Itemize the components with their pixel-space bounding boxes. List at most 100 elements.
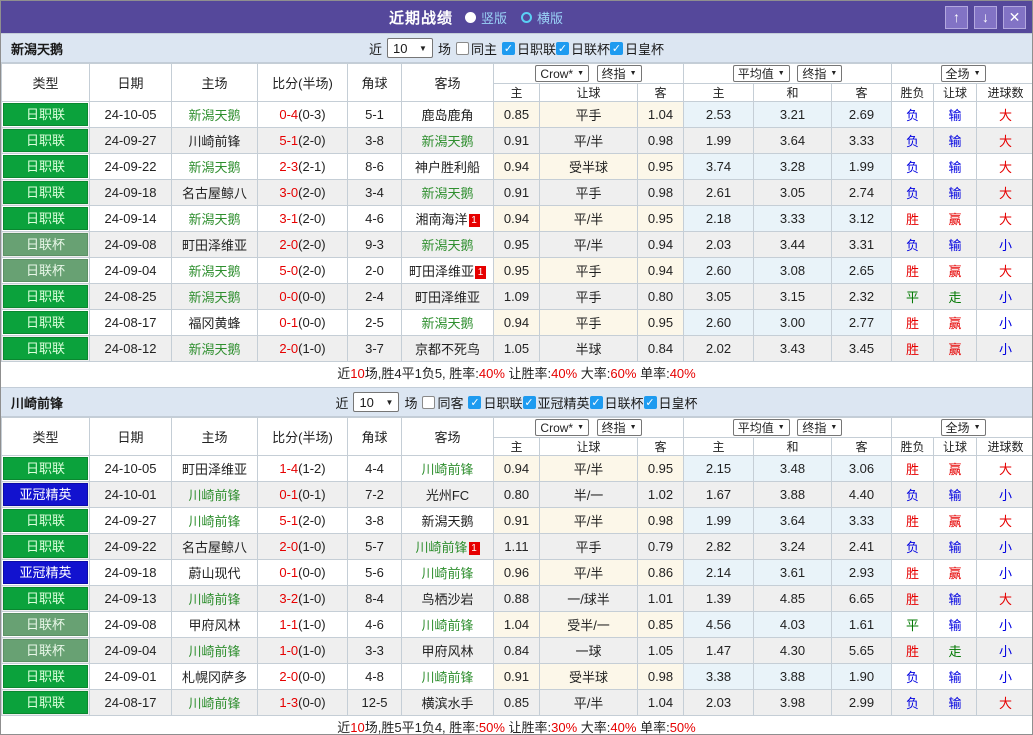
radio-vertical-label: 竖版 xyxy=(480,10,507,26)
away-team-name: 甲府风林 xyxy=(421,644,474,659)
summary-text: 大率: xyxy=(577,720,611,735)
move-up-button[interactable]: ↑ xyxy=(945,5,968,29)
home-team-name: 川崎前锋 xyxy=(188,514,241,529)
match-count-select[interactable]: 10 ▼ xyxy=(353,392,400,412)
handicap-away-odds: 1.02 xyxy=(637,481,684,508)
league-filter-group: ✓ 日职联 ✓ 亚冠精英 ✓ 日联杯 ✓ 日皇杯 xyxy=(468,393,698,412)
corner-cell: 4-6 xyxy=(347,611,402,638)
summary-text: 场,胜4平1负5, 胜率: xyxy=(364,366,479,381)
league-cell: 日职联 xyxy=(1,689,90,716)
fulltime-group-header: 全场 ▼ xyxy=(891,63,1032,84)
same-venue-checkbox-item[interactable]: 同客 xyxy=(422,393,463,412)
chevron-down-icon: ▼ xyxy=(777,70,785,77)
corner-cell: 3-8 xyxy=(347,127,402,154)
average-source-select[interactable]: 平均值 ▼ xyxy=(732,419,790,436)
handicap-source-value: Crow* xyxy=(540,66,574,81)
avg-draw-odds: 3.28 xyxy=(753,153,832,180)
score-cell: 5-1(2-0) xyxy=(257,507,348,534)
league-badge: 日联杯 xyxy=(3,613,88,636)
score-cell: 3-1(2-0) xyxy=(257,205,348,232)
summary-text: 让胜率: xyxy=(504,366,552,381)
col-date: 日期 xyxy=(89,63,172,102)
date-cell: 24-09-27 xyxy=(89,127,172,154)
away-team-cell: 神户胜利船 xyxy=(401,153,494,180)
checkbox-unchecked-icon xyxy=(422,395,436,409)
handicap-source-select[interactable]: Crow* ▼ xyxy=(535,419,590,437)
radio-horizontal-layout[interactable]: 横版 xyxy=(521,8,563,27)
league-checkbox-label: 亚冠精英 xyxy=(537,395,590,411)
league-checkbox-item[interactable]: ✓ 日职联 xyxy=(502,39,556,58)
score-cell: 0-1(0-1) xyxy=(257,481,348,508)
col-let-away: 客 xyxy=(637,437,684,456)
avg-away-odds: 2.69 xyxy=(830,101,893,128)
same-venue-checkbox-item[interactable]: 同主 xyxy=(455,39,497,58)
fulltime-select[interactable]: 全场 ▼ xyxy=(940,65,986,82)
away-team-name: 川崎前锋 xyxy=(421,462,474,477)
checkbox-checked-icon: ✓ xyxy=(556,41,570,55)
result-goals: 小 xyxy=(976,481,1032,508)
move-down-button[interactable]: ↓ xyxy=(974,5,997,29)
section-summary: 近10场,胜4平1负5, 胜率:40% 让胜率:40% 大率:60% 单率:40… xyxy=(1,362,1032,387)
radio-vertical-layout[interactable]: 竖版 xyxy=(464,8,507,27)
average-index-select[interactable]: 终指 ▼ xyxy=(797,65,843,82)
corner-cell: 12-5 xyxy=(347,689,402,716)
league-checkbox-item[interactable]: ✓ 亚冠精英 xyxy=(522,393,590,412)
handicap-index-select[interactable]: 终指 ▼ xyxy=(596,64,642,82)
result-handicap: 输 xyxy=(933,127,978,154)
league-checkbox-item[interactable]: ✓ 日职联 xyxy=(468,393,523,412)
league-cell: 日职联 xyxy=(1,585,90,612)
away-team-name: 川崎前锋 xyxy=(415,540,468,555)
result-winlose: 负 xyxy=(891,127,935,154)
league-checkbox-item[interactable]: ✓ 日皇杯 xyxy=(643,393,698,412)
home-team-name: 甲府风林 xyxy=(188,618,241,633)
league-checkbox-label: 日皇杯 xyxy=(625,41,665,57)
home-team-cell: 新潟天鹅 xyxy=(171,101,258,128)
avg-away-odds: 6.65 xyxy=(830,585,893,612)
corner-cell: 2-0 xyxy=(347,257,402,284)
avg-away-odds: 3.31 xyxy=(830,231,893,258)
fulltime-score: 0-1 xyxy=(279,487,299,502)
league-checkbox-item[interactable]: ✓ 日联杯 xyxy=(556,39,610,58)
date-cell: 24-09-01 xyxy=(89,663,172,690)
avg-away-odds: 3.33 xyxy=(830,507,893,534)
result-handicap: 赢 xyxy=(933,507,978,534)
avg-home-odds: 2.03 xyxy=(683,231,754,258)
match-row: 日职联 24-08-17 福冈黄蜂 0-1(0-0) 2-5 新潟天鹅 0.94 平手 0.95… xyxy=(1,309,1032,336)
section-header: 川崎前锋 近 10 ▼ 场 同客 ✓ 日职联 ✓ 亚冠精英 ✓ 日联杯 ✓ 日皇杯 xyxy=(1,387,1032,417)
summary-text: 大率: xyxy=(577,366,611,381)
summary-stat-value: 60% xyxy=(610,366,637,381)
home-team-cell: 福冈黄蜂 xyxy=(171,309,258,336)
handicap-source-select[interactable]: Crow* ▼ xyxy=(535,65,590,83)
handicap-index-select[interactable]: 终指 ▼ xyxy=(596,418,642,436)
handicap-away-odds: 0.94 xyxy=(637,257,684,284)
titlebar: 近期战绩 竖版 横版 ↑ ↓ ✕ xyxy=(1,1,1032,33)
fulltime-score: 1-1 xyxy=(279,617,299,632)
close-button[interactable]: ✕ xyxy=(1003,5,1026,29)
match-count-select[interactable]: 10 ▼ xyxy=(386,38,433,58)
fulltime-group-header: 全场 ▼ xyxy=(891,417,1032,438)
average-group-header: 平均值 ▼ 终指 ▼ xyxy=(682,417,893,438)
average-source-value: 平均值 xyxy=(737,67,774,81)
chevron-down-icon: ▼ xyxy=(385,397,394,407)
average-source-select[interactable]: 平均值 ▼ xyxy=(732,65,790,82)
corner-cell: 3-3 xyxy=(347,637,402,664)
fulltime-score: 2-3 xyxy=(279,159,299,174)
table-header: 类型 日期 主场 比分(半场) 角球 客场 Crow* ▼ 终指 ▼ 平均值 ▼ 终指… xyxy=(1,63,1032,102)
away-team-cell: 湘南海洋 1 xyxy=(401,205,494,232)
avg-draw-odds: 3.05 xyxy=(753,179,832,206)
league-checkbox-item[interactable]: ✓ 日联杯 xyxy=(589,393,644,412)
average-index-select[interactable]: 终指 ▼ xyxy=(797,419,843,436)
handicap-line: 半/一 xyxy=(539,481,638,508)
handicap-home-odds: 0.95 xyxy=(493,231,540,258)
result-winlose: 负 xyxy=(891,663,935,690)
result-goals: 小 xyxy=(976,611,1032,638)
match-row: 日职联 24-08-25 新潟天鹅 0-0(0-0) 2-4 町田泽维亚 1.09 平手 0.8… xyxy=(1,283,1032,310)
fulltime-select[interactable]: 全场 ▼ xyxy=(940,419,986,436)
match-row: 日职联 24-08-17 川崎前锋 1-3(0-0) 12-5 横滨水手 0.85 平/半 1.… xyxy=(1,689,1032,716)
fulltime-score: 1-4 xyxy=(279,461,299,476)
league-badge: 日职联 xyxy=(3,509,88,532)
average-source-value: 平均值 xyxy=(737,421,774,435)
league-badge: 亚冠精英 xyxy=(3,483,88,506)
league-checkbox-item[interactable]: ✓ 日皇杯 xyxy=(610,39,664,58)
result-goals: 小 xyxy=(976,559,1032,586)
